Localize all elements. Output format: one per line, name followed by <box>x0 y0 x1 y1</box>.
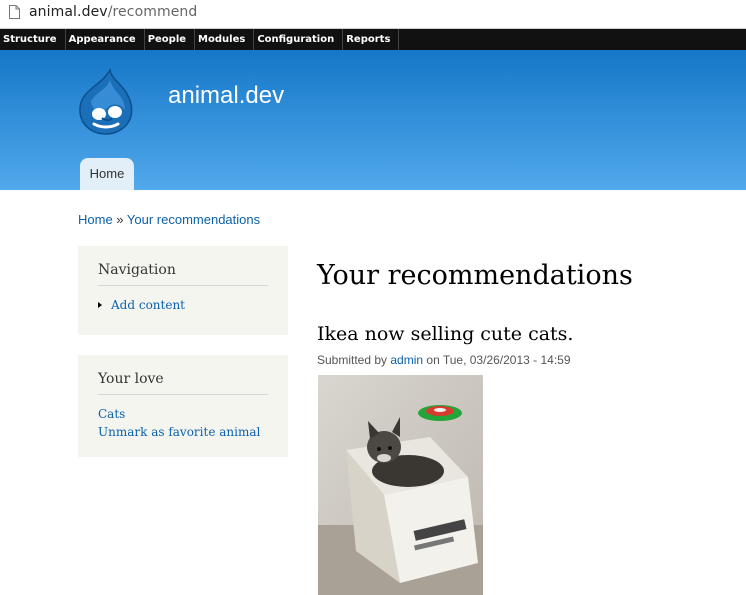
breadcrumb-home-link[interactable]: Home <box>78 212 113 227</box>
submitted-prefix: Submitted by <box>317 353 391 367</box>
add-content-link[interactable]: Add content <box>111 298 185 312</box>
page-title: Your recommendations <box>317 260 633 291</box>
breadcrumb-separator: » <box>112 212 127 227</box>
toolbar-item-appearance[interactable]: Appearance <box>66 29 145 50</box>
page-icon <box>9 5 20 19</box>
navigation-title: Navigation <box>98 246 268 286</box>
your-love-block: Your love Cats Unmark as favorite animal <box>78 355 288 457</box>
tab-home[interactable]: Home <box>80 158 134 190</box>
site-name[interactable]: animal.dev <box>168 82 284 110</box>
your-love-links: Cats Unmark as favorite animal <box>98 405 268 441</box>
toolbar-item-configuration[interactable]: Configuration <box>254 29 344 50</box>
submitted-date: on Tue, 03/26/2013 - 14:59 <box>423 353 571 367</box>
breadcrumb-current-link[interactable]: Your recommendations <box>127 212 260 227</box>
unmark-favorite-link[interactable]: Unmark as favorite animal <box>98 423 268 441</box>
nav-item-add-content: Add content <box>98 298 268 312</box>
admin-toolbar: Structure Appearance People Modules Conf… <box>0 29 746 50</box>
node-title-link[interactable]: Ikea now selling cute cats. <box>317 323 573 345</box>
cats-link[interactable]: Cats <box>98 405 268 423</box>
toolbar-item-people[interactable]: People <box>145 29 196 50</box>
breadcrumb: Home » Your recommendations <box>78 212 260 227</box>
triangle-right-icon <box>98 302 102 308</box>
toolbar-item-structure[interactable]: Structure <box>0 29 66 50</box>
address-bar[interactable]: animal.dev/recommend <box>0 0 746 29</box>
author-link[interactable]: admin <box>390 353 423 367</box>
your-love-title: Your love <box>98 355 268 395</box>
navigation-block: Navigation Add content <box>78 246 288 335</box>
submitted-info: Submitted by admin on Tue, 03/26/2013 - … <box>317 353 571 367</box>
toolbar-item-reports[interactable]: Reports <box>343 29 400 50</box>
cat-in-box-image <box>318 375 483 595</box>
site-header: animal.dev Home <box>0 50 746 190</box>
toolbar-item-modules[interactable]: Modules <box>195 29 255 50</box>
drupal-logo-icon[interactable] <box>77 68 135 136</box>
url-text: animal.dev/recommend <box>29 4 198 20</box>
